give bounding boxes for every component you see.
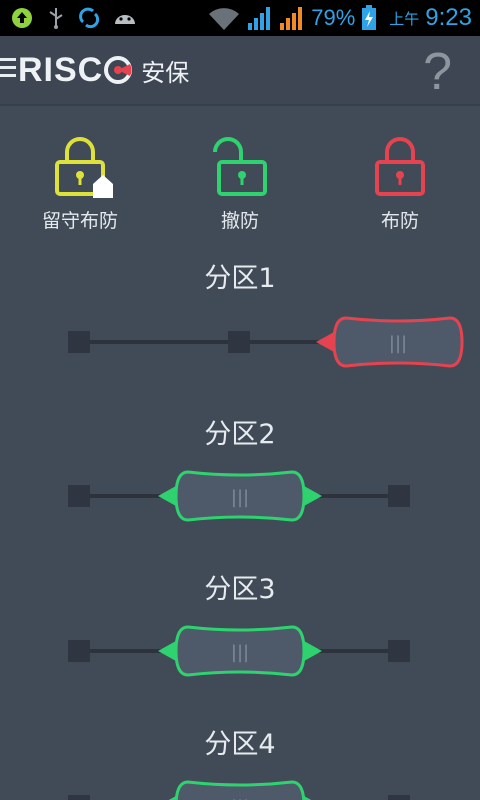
slider-grip: ||| bbox=[231, 487, 249, 508]
usb-icon bbox=[49, 8, 63, 29]
partition-2: 分区2 bbox=[0, 412, 480, 451]
lock-open-icon bbox=[213, 137, 267, 196]
status-bar: 79% 上午 9:23 bbox=[0, 0, 480, 36]
mode-disarm-button[interactable]: 撤防 bbox=[180, 130, 300, 233]
upload-icon bbox=[12, 8, 32, 28]
mode-label: 撤防 bbox=[220, 210, 259, 232]
battery-percent: 79% bbox=[311, 5, 356, 30]
risco-logo-mark-icon bbox=[104, 56, 133, 84]
slider-grip: ||| bbox=[231, 642, 249, 663]
risco-logo: RISC 安保 bbox=[18, 50, 189, 90]
partition-title: 分区3 bbox=[204, 574, 276, 605]
mode-stay-arm-button[interactable]: 留守布防 bbox=[20, 130, 140, 233]
partition-2-slider[interactable]: ||| bbox=[0, 466, 480, 526]
partition-4-slider[interactable]: ||| bbox=[0, 776, 480, 800]
menu-icon[interactable] bbox=[0, 58, 16, 80]
partition-1-slider[interactable]: ||| bbox=[0, 312, 480, 372]
mode-label: 布防 bbox=[380, 210, 419, 232]
lock-closed-icon bbox=[375, 137, 425, 196]
brand-text: RISC bbox=[18, 50, 104, 89]
status-ampm: 上午 bbox=[389, 9, 420, 28]
page-title: 安保 bbox=[141, 58, 190, 87]
partition-3-slider[interactable]: ||| bbox=[0, 621, 480, 681]
partition-4: 分区4 bbox=[0, 722, 480, 761]
slider-grip: ||| bbox=[389, 333, 407, 354]
partition-1: 分区1 bbox=[0, 256, 480, 295]
partition-title: 分区1 bbox=[204, 263, 276, 294]
mode-arm-button[interactable]: 布防 bbox=[340, 130, 460, 233]
sync-icon bbox=[79, 7, 100, 29]
wifi-icon bbox=[209, 8, 240, 30]
lock-stay-icon bbox=[55, 137, 113, 198]
partition-title: 分区2 bbox=[204, 419, 276, 450]
partition-title: 分区4 bbox=[204, 729, 276, 760]
battery-charging-icon bbox=[362, 5, 377, 30]
signal-icon-2 bbox=[280, 7, 303, 30]
app-header: RISC 安保 ? bbox=[0, 36, 480, 106]
partition-3: 分区3 bbox=[0, 567, 480, 606]
android-icon bbox=[115, 15, 135, 24]
status-time: 9:23 bbox=[425, 4, 472, 31]
signal-icon bbox=[248, 7, 271, 30]
mode-label: 留守布防 bbox=[41, 210, 118, 232]
help-button[interactable]: ? bbox=[423, 42, 452, 102]
